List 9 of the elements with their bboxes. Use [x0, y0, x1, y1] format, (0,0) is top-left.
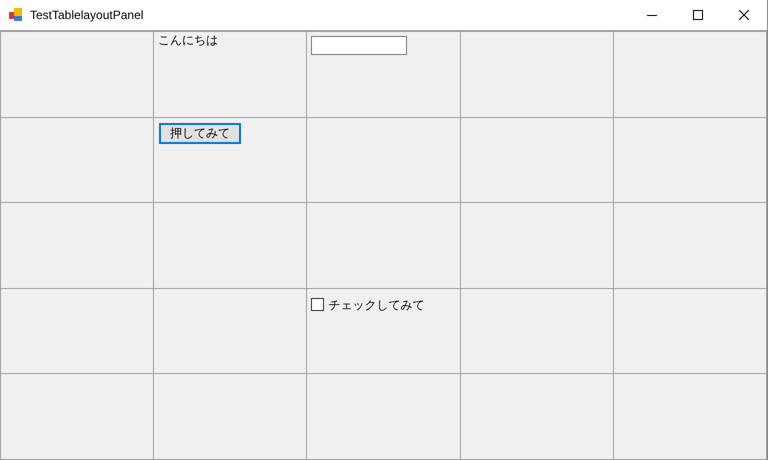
push-button[interactable]: 押してみて: [159, 122, 242, 144]
checkbox[interactable]: [311, 298, 324, 312]
window-title: TestTablelayoutPanel: [30, 7, 144, 24]
app-icon: [8, 7, 24, 23]
maximize-icon: [693, 10, 703, 20]
text-field[interactable]: [311, 36, 408, 55]
checkbox-label: チェックしてみて: [328, 296, 424, 314]
close-icon: [739, 10, 749, 20]
greeting-label: こんにちは: [158, 33, 218, 47]
